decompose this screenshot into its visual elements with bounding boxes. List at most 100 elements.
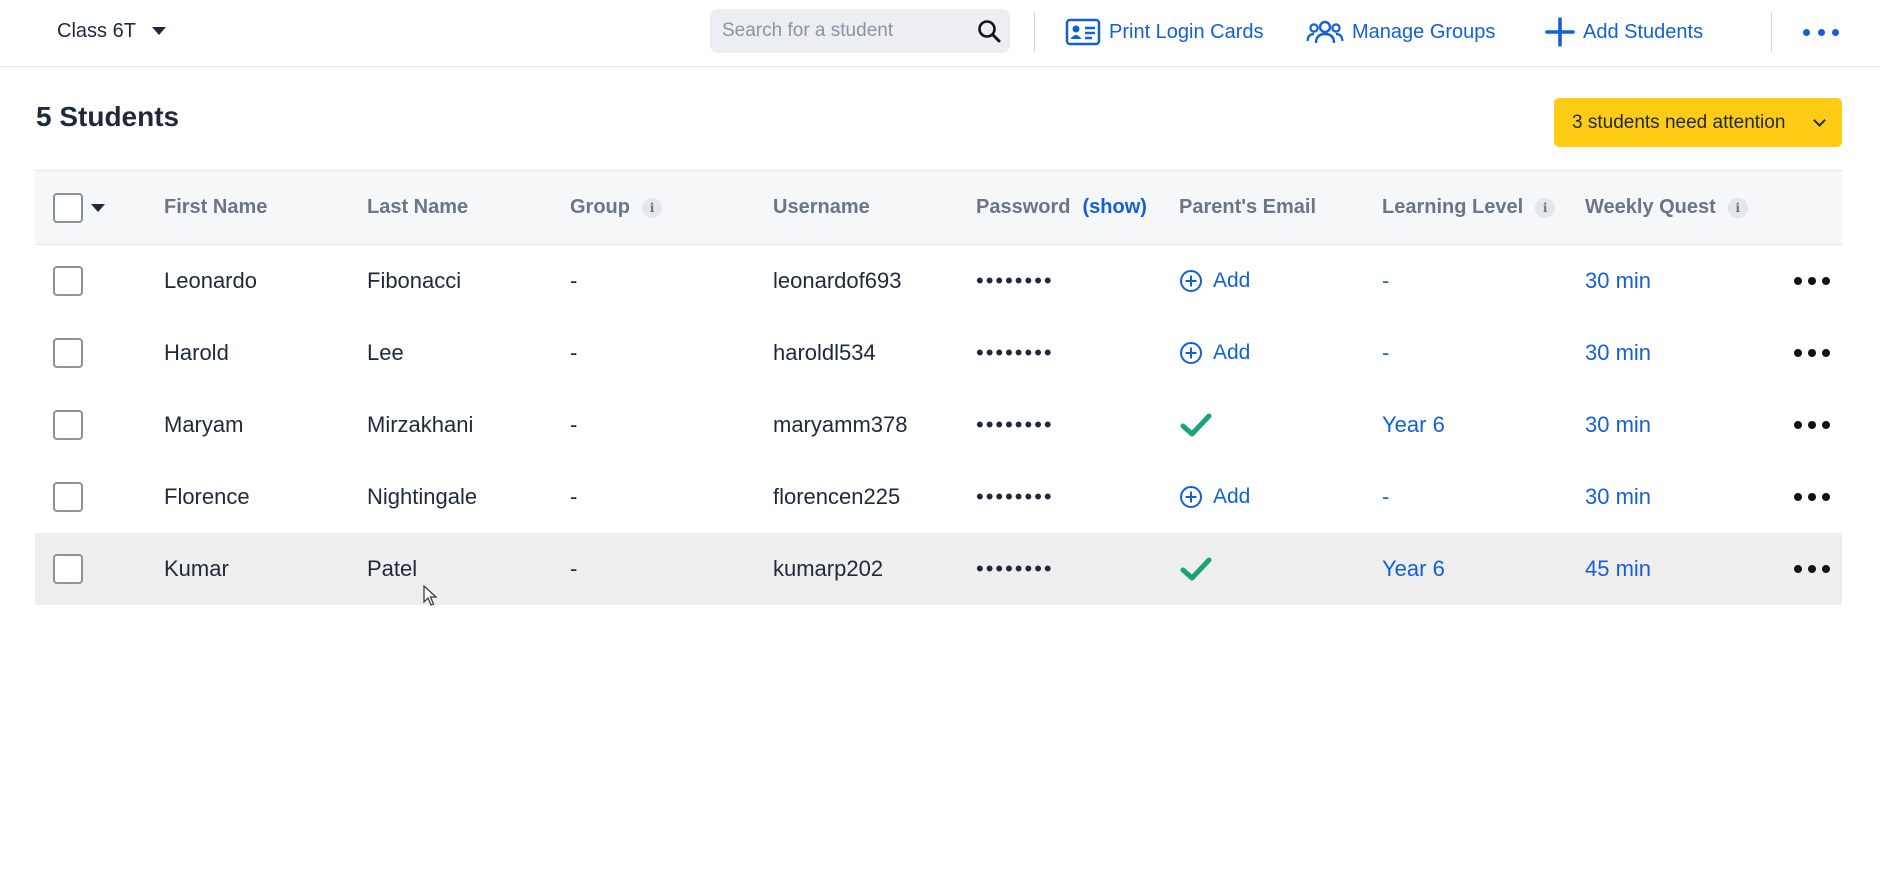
last-name-cell[interactable]: Fibonacci xyxy=(367,245,461,317)
add-students-button[interactable]: Add Students xyxy=(1545,14,1703,50)
group-cell: - xyxy=(570,412,578,437)
weekly-quest-link[interactable]: 30 min xyxy=(1585,245,1651,317)
plus-circle-icon xyxy=(1180,486,1202,508)
print-login-cards-button[interactable]: Print Login Cards xyxy=(1065,14,1264,50)
show-passwords-link[interactable]: (show) xyxy=(1082,196,1146,219)
plus-icon xyxy=(1545,17,1575,47)
learning-level-link[interactable]: - xyxy=(1382,317,1389,389)
column-group-label: Group xyxy=(570,196,630,218)
username-cell: haroldl534 xyxy=(773,340,876,365)
group-cell: - xyxy=(570,268,578,293)
mouse-cursor-icon xyxy=(423,585,437,606)
manage-groups-button[interactable]: Manage Groups xyxy=(1306,14,1495,50)
weekly-quest-link[interactable]: 45 min xyxy=(1585,533,1651,605)
last-name-cell[interactable]: Lee xyxy=(367,317,404,389)
checkmark-icon xyxy=(1180,557,1212,581)
column-parent-email[interactable]: Parent's Email xyxy=(1179,171,1316,244)
divider xyxy=(1034,12,1035,52)
checkmark-icon xyxy=(1180,413,1212,437)
password-cell: •••••••• xyxy=(976,340,1054,365)
column-last-name[interactable]: Last Name xyxy=(367,171,468,244)
learning-level-link[interactable]: - xyxy=(1382,461,1389,533)
search-icon[interactable] xyxy=(976,18,1002,44)
row-checkbox[interactable] xyxy=(53,482,83,512)
column-password-label: Password xyxy=(976,196,1071,218)
parent-email-cell: Add xyxy=(1179,317,1250,389)
username-cell: florencen225 xyxy=(773,484,901,509)
learning-level-link[interactable]: Year 6 xyxy=(1382,389,1445,461)
table-row[interactable]: Kumar Patel - kumarp202 •••••••• Year 6 … xyxy=(35,533,1842,605)
column-learning-level: Learning Level i xyxy=(1382,171,1556,244)
row-more-options-icon[interactable] xyxy=(1794,245,1830,317)
table-row[interactable]: Harold Lee - haroldl534 •••••••• Add - 3… xyxy=(35,317,1842,389)
parent-email-cell xyxy=(1179,389,1213,461)
select-menu-caret-icon[interactable] xyxy=(91,203,105,212)
info-icon[interactable]: i xyxy=(642,197,662,218)
column-first-name[interactable]: First Name xyxy=(164,171,267,244)
first-name-cell[interactable]: Harold xyxy=(164,317,229,389)
info-icon[interactable]: i xyxy=(1535,197,1556,218)
row-checkbox[interactable] xyxy=(53,410,83,440)
add-parent-email-button[interactable]: Add xyxy=(1179,485,1250,509)
last-name-cell[interactable]: Patel xyxy=(367,533,417,605)
first-name-cell[interactable]: Florence xyxy=(164,461,250,533)
row-select xyxy=(53,533,83,605)
add-email-label: Add xyxy=(1213,269,1251,292)
top-bar: Class 6T Print Login Cards Ma xyxy=(0,0,1880,67)
first-name-cell[interactable]: Leonardo xyxy=(164,245,257,317)
last-name-cell[interactable]: Mirzakhani xyxy=(367,389,473,461)
row-checkbox[interactable] xyxy=(53,554,83,584)
group-cell: - xyxy=(570,556,578,581)
password-cell: •••••••• xyxy=(976,268,1054,293)
last-name-cell[interactable]: Nightingale xyxy=(367,461,477,533)
caret-down-icon xyxy=(151,27,166,35)
column-group: Group i xyxy=(570,171,662,244)
learning-level-link[interactable]: - xyxy=(1382,245,1389,317)
users-group-icon xyxy=(1306,20,1344,44)
column-weekly-quest: Weekly Quest i xyxy=(1585,171,1748,244)
select-all-control xyxy=(53,171,105,244)
search-input[interactable] xyxy=(710,20,960,42)
class-selector[interactable]: Class 6T xyxy=(57,17,166,45)
add-parent-email-button[interactable]: Add xyxy=(1179,341,1250,365)
add-parent-email-button[interactable]: Add xyxy=(1179,269,1250,293)
plus-circle-icon xyxy=(1180,342,1202,364)
column-username[interactable]: Username xyxy=(773,171,870,244)
row-select xyxy=(53,389,83,461)
chevron-down-icon xyxy=(1813,114,1826,127)
row-more-options-icon[interactable] xyxy=(1794,317,1830,389)
plus-circle-icon xyxy=(1180,270,1202,292)
add-students-label: Add Students xyxy=(1583,20,1704,43)
row-checkbox[interactable] xyxy=(53,338,83,368)
learning-level-link[interactable]: Year 6 xyxy=(1382,533,1445,605)
divider xyxy=(1771,12,1772,52)
username-cell: leonardof693 xyxy=(773,268,902,293)
parent-email-cell: Add xyxy=(1179,461,1250,533)
row-more-options-icon[interactable] xyxy=(1794,461,1830,533)
class-name: Class 6T xyxy=(57,19,136,42)
row-more-options-icon[interactable] xyxy=(1794,389,1830,461)
table-header: First Name Last Name Group i Username Pa… xyxy=(35,170,1842,245)
select-all-checkbox[interactable] xyxy=(53,192,83,223)
password-cell: •••••••• xyxy=(976,412,1054,437)
table-row[interactable]: Florence Nightingale - florencen225 ••••… xyxy=(35,461,1842,533)
attention-dropdown-button[interactable]: 3 students need attention xyxy=(1554,98,1842,147)
column-password: Password (show) xyxy=(976,171,1147,244)
more-options-icon[interactable] xyxy=(1803,22,1839,42)
add-email-label: Add xyxy=(1213,341,1251,364)
username-cell: kumarp202 xyxy=(773,556,884,581)
row-select xyxy=(53,317,83,389)
weekly-quest-link[interactable]: 30 min xyxy=(1585,389,1651,461)
info-icon[interactable]: i xyxy=(1727,197,1748,218)
first-name-cell[interactable]: Maryam xyxy=(164,389,243,461)
table-row[interactable]: Leonardo Fibonacci - leonardof693 ••••••… xyxy=(35,245,1842,317)
page-title: 5 Students xyxy=(36,101,180,132)
table-body: Leonardo Fibonacci - leonardof693 ••••••… xyxy=(35,245,1842,605)
table-row[interactable]: Maryam Mirzakhani - maryamm378 •••••••• … xyxy=(35,389,1842,461)
row-more-options-icon[interactable] xyxy=(1794,533,1830,605)
first-name-cell[interactable]: Kumar xyxy=(164,533,229,605)
row-checkbox[interactable] xyxy=(53,266,83,296)
weekly-quest-link[interactable]: 30 min xyxy=(1585,461,1651,533)
id-card-icon xyxy=(1065,18,1101,46)
weekly-quest-link[interactable]: 30 min xyxy=(1585,317,1651,389)
